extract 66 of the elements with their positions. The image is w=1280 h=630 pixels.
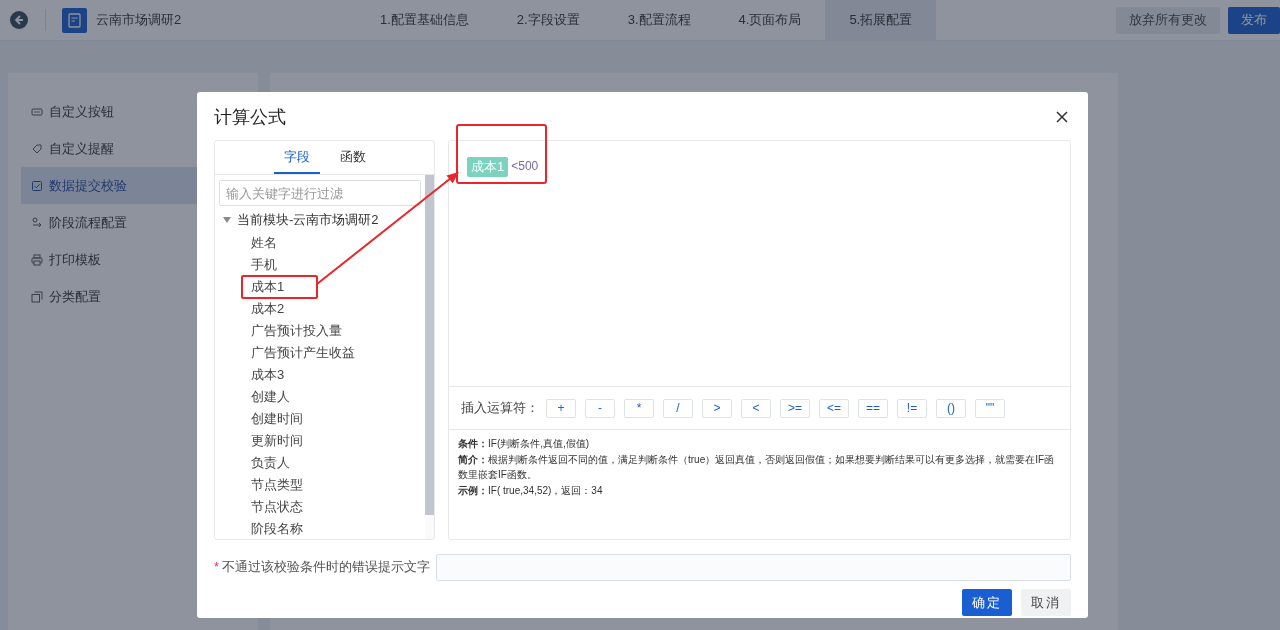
operator-button[interactable]: != xyxy=(897,398,927,418)
operator-button[interactable]: - xyxy=(585,398,615,418)
field-item[interactable]: 创建时间 xyxy=(241,407,313,431)
field-item[interactable]: 阶段名称 xyxy=(241,517,313,539)
close-icon[interactable] xyxy=(1056,111,1068,123)
operator-button[interactable]: <= xyxy=(819,398,849,418)
panel-tab[interactable]: 字段 xyxy=(273,141,320,174)
help-text: 示例：IF( true,34,52)，返回：34 xyxy=(458,483,604,498)
publish-button[interactable]: 发布 xyxy=(1228,6,1280,34)
operator-button[interactable]: + xyxy=(546,398,576,418)
field-item[interactable]: 姓名 xyxy=(241,231,287,255)
app-title: 云南市场调研2 xyxy=(96,11,183,29)
dialog-title: 计算公式 xyxy=(214,106,286,129)
scrollbar-thumb[interactable] xyxy=(425,175,434,515)
step-tab[interactable]: 3.配置流程 xyxy=(603,0,715,40)
field-item[interactable]: 负责人 xyxy=(241,451,300,475)
help-text: 条件：IF(判断条件,真值,假值) xyxy=(458,437,591,451)
operator-button[interactable]: == xyxy=(858,398,888,418)
copy-icon xyxy=(31,290,43,303)
help-text: 简介：根据判断条件返回不同的值，满足判断条件（true）返回真值，否则返回假值；如果想要判断结果可以有更多选择，就需要在IF函数里嵌套IF函数。 xyxy=(458,452,1056,482)
sidebar-item[interactable]: 自定义提醒 xyxy=(21,130,258,167)
filter-field[interactable]: 输入关键字进行过滤 xyxy=(219,180,421,206)
step-tab[interactable]: 2.字段设置 xyxy=(492,0,604,40)
field-item[interactable]: 成本3 xyxy=(241,363,295,387)
sidebar-label: 打印模板 xyxy=(49,250,101,269)
printer-icon xyxy=(31,253,43,266)
step-tab[interactable]: 1.配置基础信息 xyxy=(356,0,493,40)
field-item[interactable]: 广告预计产生收益 xyxy=(241,341,365,365)
field-item[interactable]: 成本1 xyxy=(241,275,318,299)
formula-text: <500 xyxy=(511,158,539,175)
sidebar-label: 数据提交校验 xyxy=(49,176,127,195)
button-icon xyxy=(31,105,43,118)
field-item[interactable]: 节点类型 xyxy=(241,473,313,497)
caret-icon[interactable] xyxy=(223,217,231,223)
error-message-field[interactable] xyxy=(436,553,1071,581)
sidebar-label: 自定义提醒 xyxy=(49,139,114,158)
error-message-label: * 不通过该校验条件时的错误提示文字 xyxy=(214,558,431,576)
tag-icon xyxy=(31,142,43,155)
confirm-button[interactable]: 确定 xyxy=(962,589,1012,616)
operator-button[interactable]: / xyxy=(663,398,693,418)
checked-document-icon xyxy=(31,179,43,192)
sidebar-label: 自定义按钮 xyxy=(49,102,114,121)
panel-tab[interactable]: 函数 xyxy=(329,141,376,174)
operator-button[interactable]: "" xyxy=(975,398,1005,418)
operator-button[interactable]: * xyxy=(624,398,654,418)
operator-button[interactable]: () xyxy=(936,398,966,418)
tree-node[interactable]: 当前模块-云南市场调研2 xyxy=(237,211,379,229)
discard-button[interactable]: 放弃所有更改 xyxy=(1116,6,1220,34)
field-item[interactable]: 更新时间 xyxy=(241,429,313,453)
field-token: 成本1 xyxy=(467,157,509,177)
sidebar-label: 阶段流程配置 xyxy=(49,213,127,232)
operator-button[interactable]: > xyxy=(702,398,732,418)
back-icon[interactable] xyxy=(10,11,28,29)
field-item[interactable]: 手机 xyxy=(241,253,287,277)
operator-button[interactable]: >= xyxy=(780,398,810,418)
field-item[interactable]: 节点状态 xyxy=(241,495,313,519)
step-tab[interactable]: 5.拓展配置 xyxy=(825,0,937,40)
field-item[interactable]: 成本2 xyxy=(241,297,295,321)
field-item[interactable]: 创建人 xyxy=(241,385,300,409)
sidebar-label: 分类配置 xyxy=(49,287,101,306)
app-icon xyxy=(62,7,87,33)
cancel-button[interactable]: 取消 xyxy=(1021,589,1071,616)
operator-button[interactable]: < xyxy=(741,398,771,418)
field-item[interactable]: 广告预计投入量 xyxy=(241,319,352,343)
flow-icon xyxy=(31,216,43,229)
operators-label: 插入运算符： xyxy=(461,399,539,417)
